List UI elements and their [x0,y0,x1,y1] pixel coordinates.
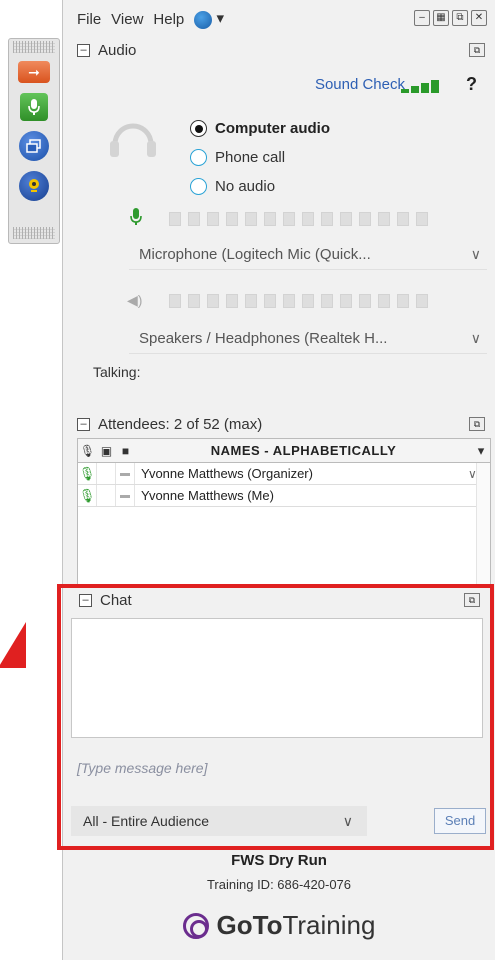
session-title: FWS Dry Run [231,852,327,869]
mic-active-icon[interactable]: 🎙 [78,463,97,484]
audience-value: All - Entire Audience [83,813,210,829]
radio-unselected-icon [190,178,207,195]
audio-mode-options: Computer audio Phone call No audio [190,114,330,201]
popout-button[interactable]: ⧉ [452,10,468,26]
chevron-down-icon: ∨ [470,330,481,346]
chat-collapse-button[interactable]: – [79,593,92,607]
grid-view-button[interactable]: ▦ [433,10,449,26]
close-button[interactable]: ✕ [471,10,487,26]
attendee-name: Yvonne Matthews (Me) [141,488,274,503]
chat-message-input[interactable]: [Type message here] [77,760,207,776]
grip-handle-bottom[interactable] [13,227,55,239]
speakers-value: Speakers / Headphones (Realtek H... [139,330,388,347]
menu-help[interactable]: Help [153,11,184,28]
language-menu[interactable]: ▾ [194,9,224,29]
sound-check-link[interactable]: Sound Check [315,76,405,93]
webcam-button[interactable] [19,171,49,201]
globe-icon [194,10,213,29]
attendee-name: Yvonne Matthews (Organizer) [141,466,313,481]
chevron-down-icon: ∨ [342,812,353,829]
control-bar: ➞ [8,38,60,244]
menu-view[interactable]: View [111,11,143,28]
collapse-arrow-button[interactable]: ➞ [18,61,50,83]
attendees-panel: – Attendees: 2 of 52 (max) ⧉ 🎙 ▣ ■ NAMES… [63,412,495,586]
attendees-collapse-button[interactable]: – [77,417,90,431]
radio-computer-audio[interactable]: Computer audio [190,114,330,143]
audience-select[interactable]: All - Entire Audience ∨ [71,806,367,836]
training-id: Training ID: 686-420-076 [206,877,352,892]
chevron-down-icon: ∨ [470,246,481,262]
microphone-icon [28,99,40,115]
attendees-scrollbar[interactable] [476,463,490,585]
webcam-cell [97,463,116,484]
screen-share-button[interactable] [19,131,49,161]
radio-label: Phone call [215,149,286,166]
session-footer: FWS Dry Run Training ID: 686-420-076 GoT… [63,852,495,941]
mic-active-icon[interactable]: 🎙 [78,485,97,506]
headset-icon [110,123,156,157]
brand-goto: GoTo [216,910,283,940]
attendees-table: 🎙 ▣ ■ NAMES - ALPHABETICALLY ▾ 🎙 ▬ Yvonn… [77,438,491,586]
microphone-select[interactable]: Microphone (Logitech Mic (Quick... ∨ [129,240,487,270]
sort-dropdown-icon[interactable]: ▾ [472,443,490,459]
names-column-header[interactable]: NAMES - ALPHABETICALLY [135,443,472,458]
help-button[interactable]: ? [466,74,477,95]
chat-title: Chat [100,591,132,609]
talking-label: Talking: [93,364,141,380]
chat-log[interactable] [71,618,483,738]
webcam-column-icon[interactable]: ▣ [97,444,116,458]
menu-file[interactable]: File [77,11,101,28]
windows-icon [26,139,41,153]
chat-panel: – Chat ⧉ [Type message here] All - Entir… [57,584,494,850]
radio-phone-call[interactable]: Phone call [190,143,330,172]
microphone-button[interactable] [20,93,48,121]
table-row[interactable]: 🎙 ▬ Yvonne Matthews (Me) [78,485,490,507]
radio-label: Computer audio [215,120,330,137]
window-controls: – ▦ ⧉ ✕ [414,10,487,26]
audio-popout-button[interactable]: ⧉ [469,43,485,57]
brand-training: Training [282,910,376,940]
audio-collapse-button[interactable]: – [77,43,90,57]
attendees-popout-button[interactable]: ⧉ [469,417,485,431]
grip-handle[interactable] [13,41,55,53]
minimize-button[interactable]: – [414,10,430,26]
attendees-title: Attendees: 2 of 52 (max) [98,415,263,433]
gototraining-logo: GoToTraining [63,910,495,941]
speaker-icon: ◀) [127,292,143,308]
send-button[interactable]: Send [434,808,486,834]
mic-level-meter [169,212,428,226]
chat-header: – Chat ⧉ [61,588,490,612]
radio-unselected-icon [190,149,207,166]
webcam-icon [29,179,39,192]
mic-level-icon [130,208,142,225]
radio-selected-icon [190,120,207,137]
chat-popout-button[interactable]: ⧉ [464,593,480,607]
camera-cell-icon: ▬ [116,463,135,484]
audio-header: – Audio ⧉ [63,38,495,62]
gototraining-window: File View Help ▾ – ▦ ⧉ ✕ – Audio ⧉ Sound… [57,0,495,960]
audio-title: Audio [98,41,137,59]
camera-column-icon[interactable]: ■ [116,444,135,458]
mic-column-icon[interactable]: 🎙 [78,444,97,458]
webcam-cell [97,485,116,506]
attendees-header: – Attendees: 2 of 52 (max) ⧉ [63,412,495,436]
attendees-table-header: 🎙 ▣ ■ NAMES - ALPHABETICALLY ▾ [78,439,490,463]
speakers-select[interactable]: Speakers / Headphones (Realtek H... ∨ [129,324,487,354]
gototraining-logo-icon [182,912,209,939]
speaker-level-meter [169,294,428,308]
pointer-arrow-icon [0,622,26,668]
radio-no-audio[interactable]: No audio [190,172,330,201]
table-row[interactable]: 🎙 ▬ Yvonne Matthews (Organizer) ∨ [78,463,490,485]
camera-cell-icon: ▬ [116,485,135,506]
signal-strength-icon [401,80,439,93]
radio-label: No audio [215,178,276,195]
microphone-value: Microphone (Logitech Mic (Quick... [139,246,371,263]
